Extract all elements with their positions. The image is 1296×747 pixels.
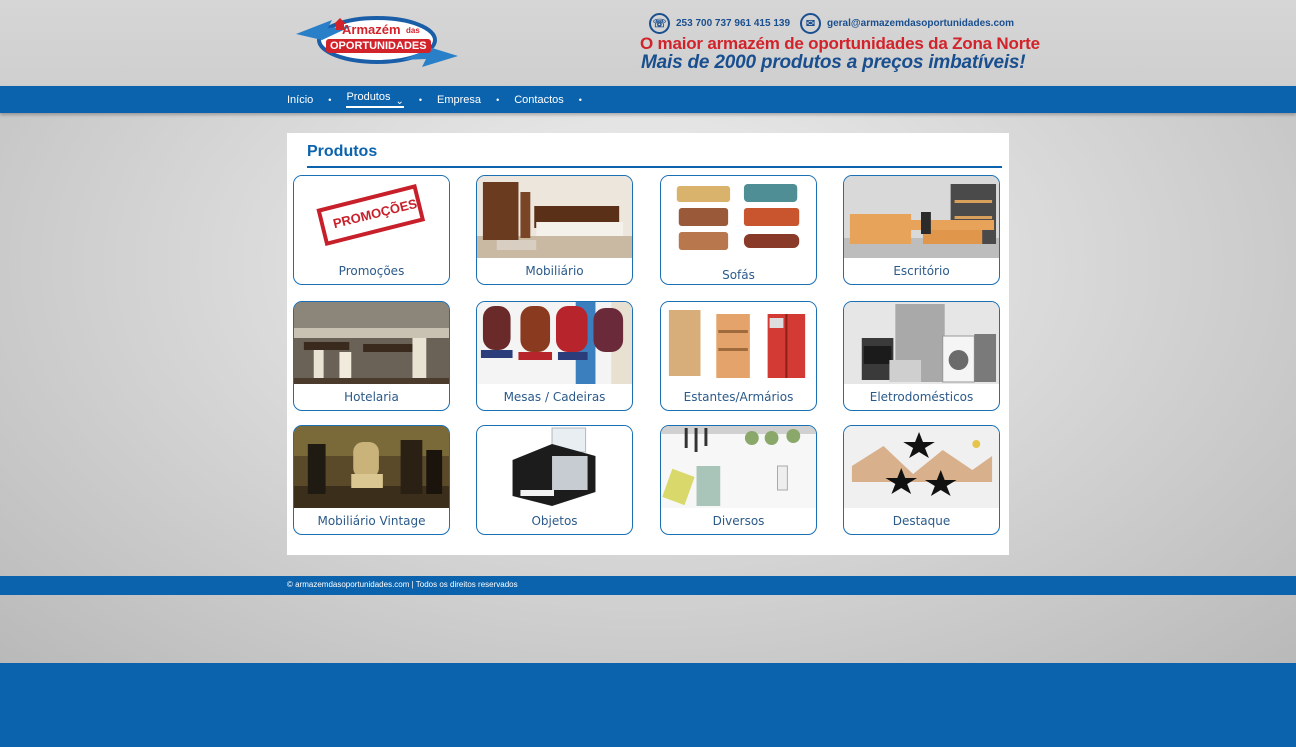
logo-text-das: das	[406, 26, 420, 35]
main-navbar: Início • Produtos ⌄ • Empresa • Contactos…	[0, 86, 1296, 113]
category-label: Mobiliário Vintage	[317, 514, 426, 528]
category-card-estantes-armarios[interactable]: Estantes/Armários	[660, 301, 817, 411]
email-address[interactable]: geral@armazemdasoportunidades.com	[827, 18, 1014, 29]
category-label: Mesas / Cadeiras	[503, 390, 606, 404]
category-card-eletrodomesticos[interactable]: Eletrodomésticos	[843, 301, 1000, 411]
slogan-secondary: Mais de 2000 produtos a preços imbatívei…	[641, 52, 1026, 73]
nav-separator: •	[496, 94, 500, 105]
category-card-destaque[interactable]: Destaque	[843, 425, 1000, 535]
category-label: Promoções	[338, 264, 405, 278]
site-header: Armazém das OPORTUNIDADES ☏ 253 700 737 …	[0, 0, 1296, 86]
nav-item-produtos[interactable]: Produtos ⌄	[346, 91, 404, 108]
objetos-image	[477, 426, 632, 508]
contact-info: ☏ 253 700 737 961 415 139 ✉ geral@armaze…	[649, 12, 1014, 34]
category-label: Estantes/Armários	[683, 390, 794, 404]
category-card-sofas[interactable]: Sofás	[660, 175, 817, 285]
eletrodomesticos-image	[844, 302, 999, 384]
category-label: Objetos	[531, 514, 578, 528]
category-card-mobiliario[interactable]: Mobiliário	[476, 175, 633, 285]
slogan-primary: O maior armazém de oportunidades da Zona…	[640, 34, 1040, 53]
category-label: Eletrodomésticos	[869, 390, 974, 404]
nav-separator: •	[578, 94, 582, 105]
nav-menu: Início • Produtos ⌄ • Empresa • Contactos…	[287, 91, 597, 108]
nav-item-empresa[interactable]: Empresa	[437, 94, 481, 106]
diversos-image	[661, 426, 816, 508]
category-card-objetos[interactable]: Objetos	[476, 425, 633, 535]
sofas-image	[661, 176, 816, 258]
nav-separator: •	[418, 94, 423, 105]
category-label: Diversos	[712, 514, 765, 528]
category-card-mobiliario-vintage[interactable]: Mobiliário Vintage	[293, 425, 450, 535]
category-card-hotelaria[interactable]: Hotelaria	[293, 301, 450, 411]
copyright-text: © armazemdasoportunidades.com | Todos os…	[287, 580, 518, 589]
category-label: Hotelaria	[344, 390, 399, 404]
estantes-armarios-image	[661, 302, 816, 384]
category-label: Destaque	[892, 514, 951, 528]
nav-separator: •	[328, 94, 332, 105]
site-footer: © armazemdasoportunidades.com | Todos os…	[0, 576, 1296, 595]
envelope-icon: ✉	[800, 12, 821, 34]
hotelaria-image	[294, 302, 449, 384]
nav-item-inicio[interactable]: Início	[287, 94, 313, 106]
chevron-down-icon: ⌄	[395, 96, 404, 107]
phone-icon: ☏	[649, 12, 670, 34]
category-card-escritorio[interactable]: Escritório	[843, 175, 1000, 285]
title-divider	[307, 166, 1002, 168]
mobiliario-image	[477, 176, 632, 258]
nav-item-contactos[interactable]: Contactos	[514, 94, 564, 106]
page-title: Produtos	[307, 143, 378, 160]
category-label: Escritório	[893, 264, 950, 278]
site-logo[interactable]: Armazém das OPORTUNIDADES	[292, 12, 462, 72]
category-card-mesas-cadeiras[interactable]: Mesas / Cadeiras	[476, 301, 633, 411]
escritorio-image	[844, 176, 999, 258]
category-card-diversos[interactable]: Diversos	[660, 425, 817, 535]
logo-text-oportunidades: OPORTUNIDADES	[326, 39, 431, 53]
mesas-cadeiras-image	[477, 302, 632, 384]
products-panel: Produtos PROMOÇÕES Promoções Mobiliário …	[287, 133, 1009, 555]
destaque-image	[844, 426, 999, 508]
category-label: Sofás	[722, 268, 755, 282]
logo-text-armazem: Armazém	[342, 22, 401, 37]
phone-numbers[interactable]: 253 700 737 961 415 139	[676, 18, 790, 29]
mobiliario-vintage-image	[294, 426, 449, 508]
category-label: Mobiliário	[525, 264, 584, 278]
category-card-promocoes[interactable]: PROMOÇÕES Promoções	[293, 175, 450, 285]
nav-item-produtos-label: Produtos	[346, 91, 391, 103]
